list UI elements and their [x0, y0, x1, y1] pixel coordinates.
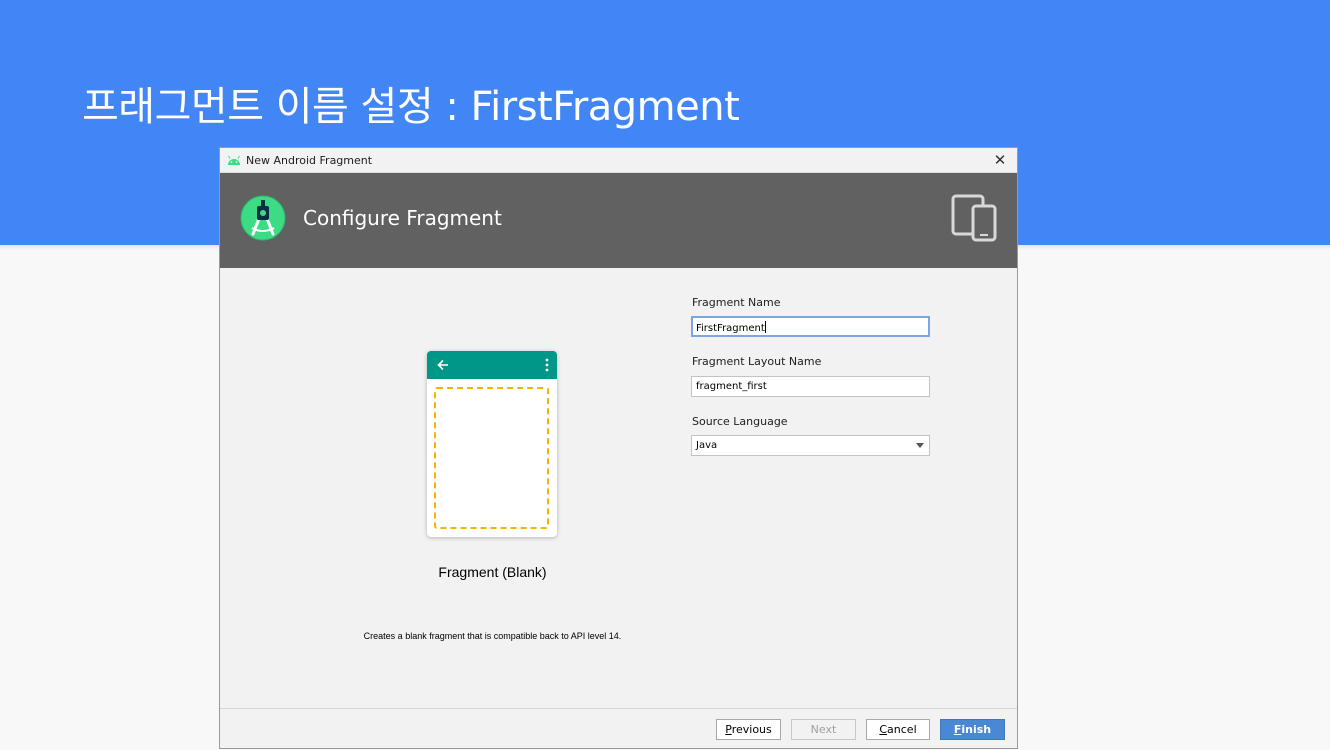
dialog-banner: Configure Fragment	[220, 173, 1017, 268]
window-title: New Android Fragment	[246, 154, 373, 167]
fragment-name-input[interactable]: FirstFragment	[691, 316, 930, 337]
overflow-menu-icon	[545, 358, 549, 372]
devices-icon	[951, 194, 997, 242]
dropdown-arrow-icon	[916, 443, 924, 448]
fragment-placeholder	[434, 387, 549, 529]
android-studio-logo-icon	[240, 195, 286, 241]
back-arrow-icon	[437, 359, 448, 371]
fragment-layout-name-input[interactable]: fragment_first	[691, 376, 930, 397]
source-language-select[interactable]: Java	[691, 435, 930, 456]
new-android-fragment-dialog: New Android Fragment ✕ Configure Fragmen…	[219, 147, 1018, 749]
text-caret	[764, 321, 766, 333]
cancel-button[interactable]: Cancel	[866, 719, 930, 740]
close-icon[interactable]: ✕	[991, 151, 1009, 169]
fragment-name-label: Fragment Name	[692, 296, 781, 309]
finish-button[interactable]: Finish	[940, 719, 1005, 740]
source-language-label: Source Language	[692, 415, 788, 428]
phone-toolbar	[427, 351, 557, 379]
fragment-template-preview	[427, 351, 557, 537]
window-titlebar[interactable]: New Android Fragment ✕	[220, 148, 1017, 173]
android-icon	[228, 155, 240, 165]
next-button[interactable]: Next	[791, 719, 856, 740]
source-language-value: Java	[696, 440, 718, 451]
dialog-header-title: Configure Fragment	[303, 206, 502, 230]
dialog-footer: Previous Next Cancel Finish	[220, 708, 1017, 748]
previous-button[interactable]: Previous	[716, 719, 781, 740]
slide-title: 프래그먼트 이름 설정 : FirstFragment	[82, 84, 740, 130]
template-name: Fragment (Blank)	[438, 564, 547, 580]
fragment-layout-name-label: Fragment Layout Name	[692, 355, 822, 368]
template-description: Creates a blank fragment that is compati…	[363, 631, 622, 641]
dialog-content: Fragment (Blank) Creates a blank fragmen…	[220, 268, 1017, 708]
